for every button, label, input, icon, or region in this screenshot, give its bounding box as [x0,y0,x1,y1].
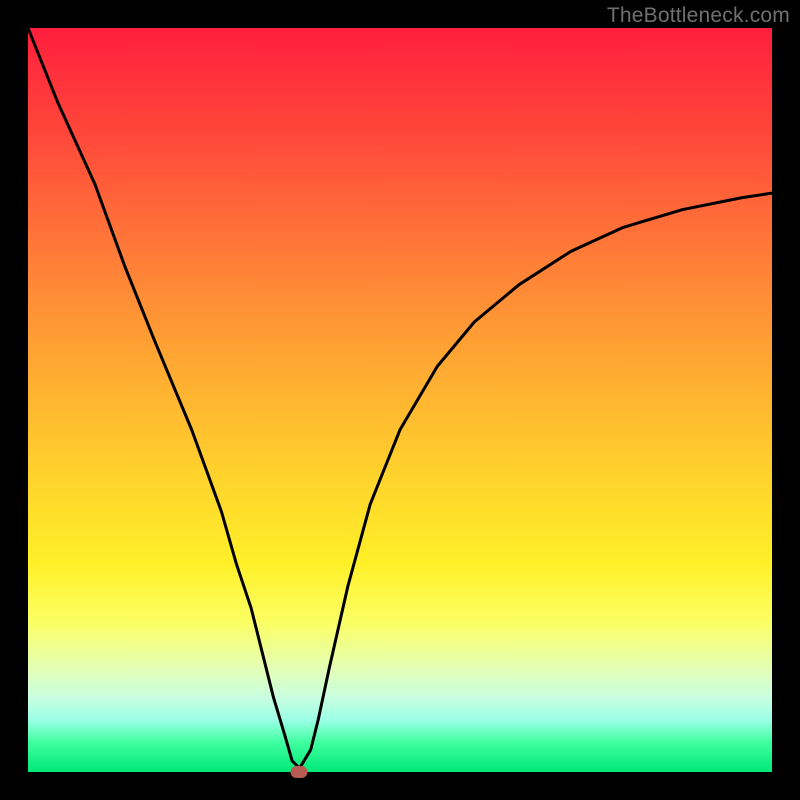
bottleneck-curve [28,28,772,768]
plot-area [28,28,772,772]
curve-layer [28,28,772,772]
optimum-marker [290,766,307,778]
chart-frame: TheBottleneck.com [0,0,800,800]
watermark-text: TheBottleneck.com [607,4,790,28]
